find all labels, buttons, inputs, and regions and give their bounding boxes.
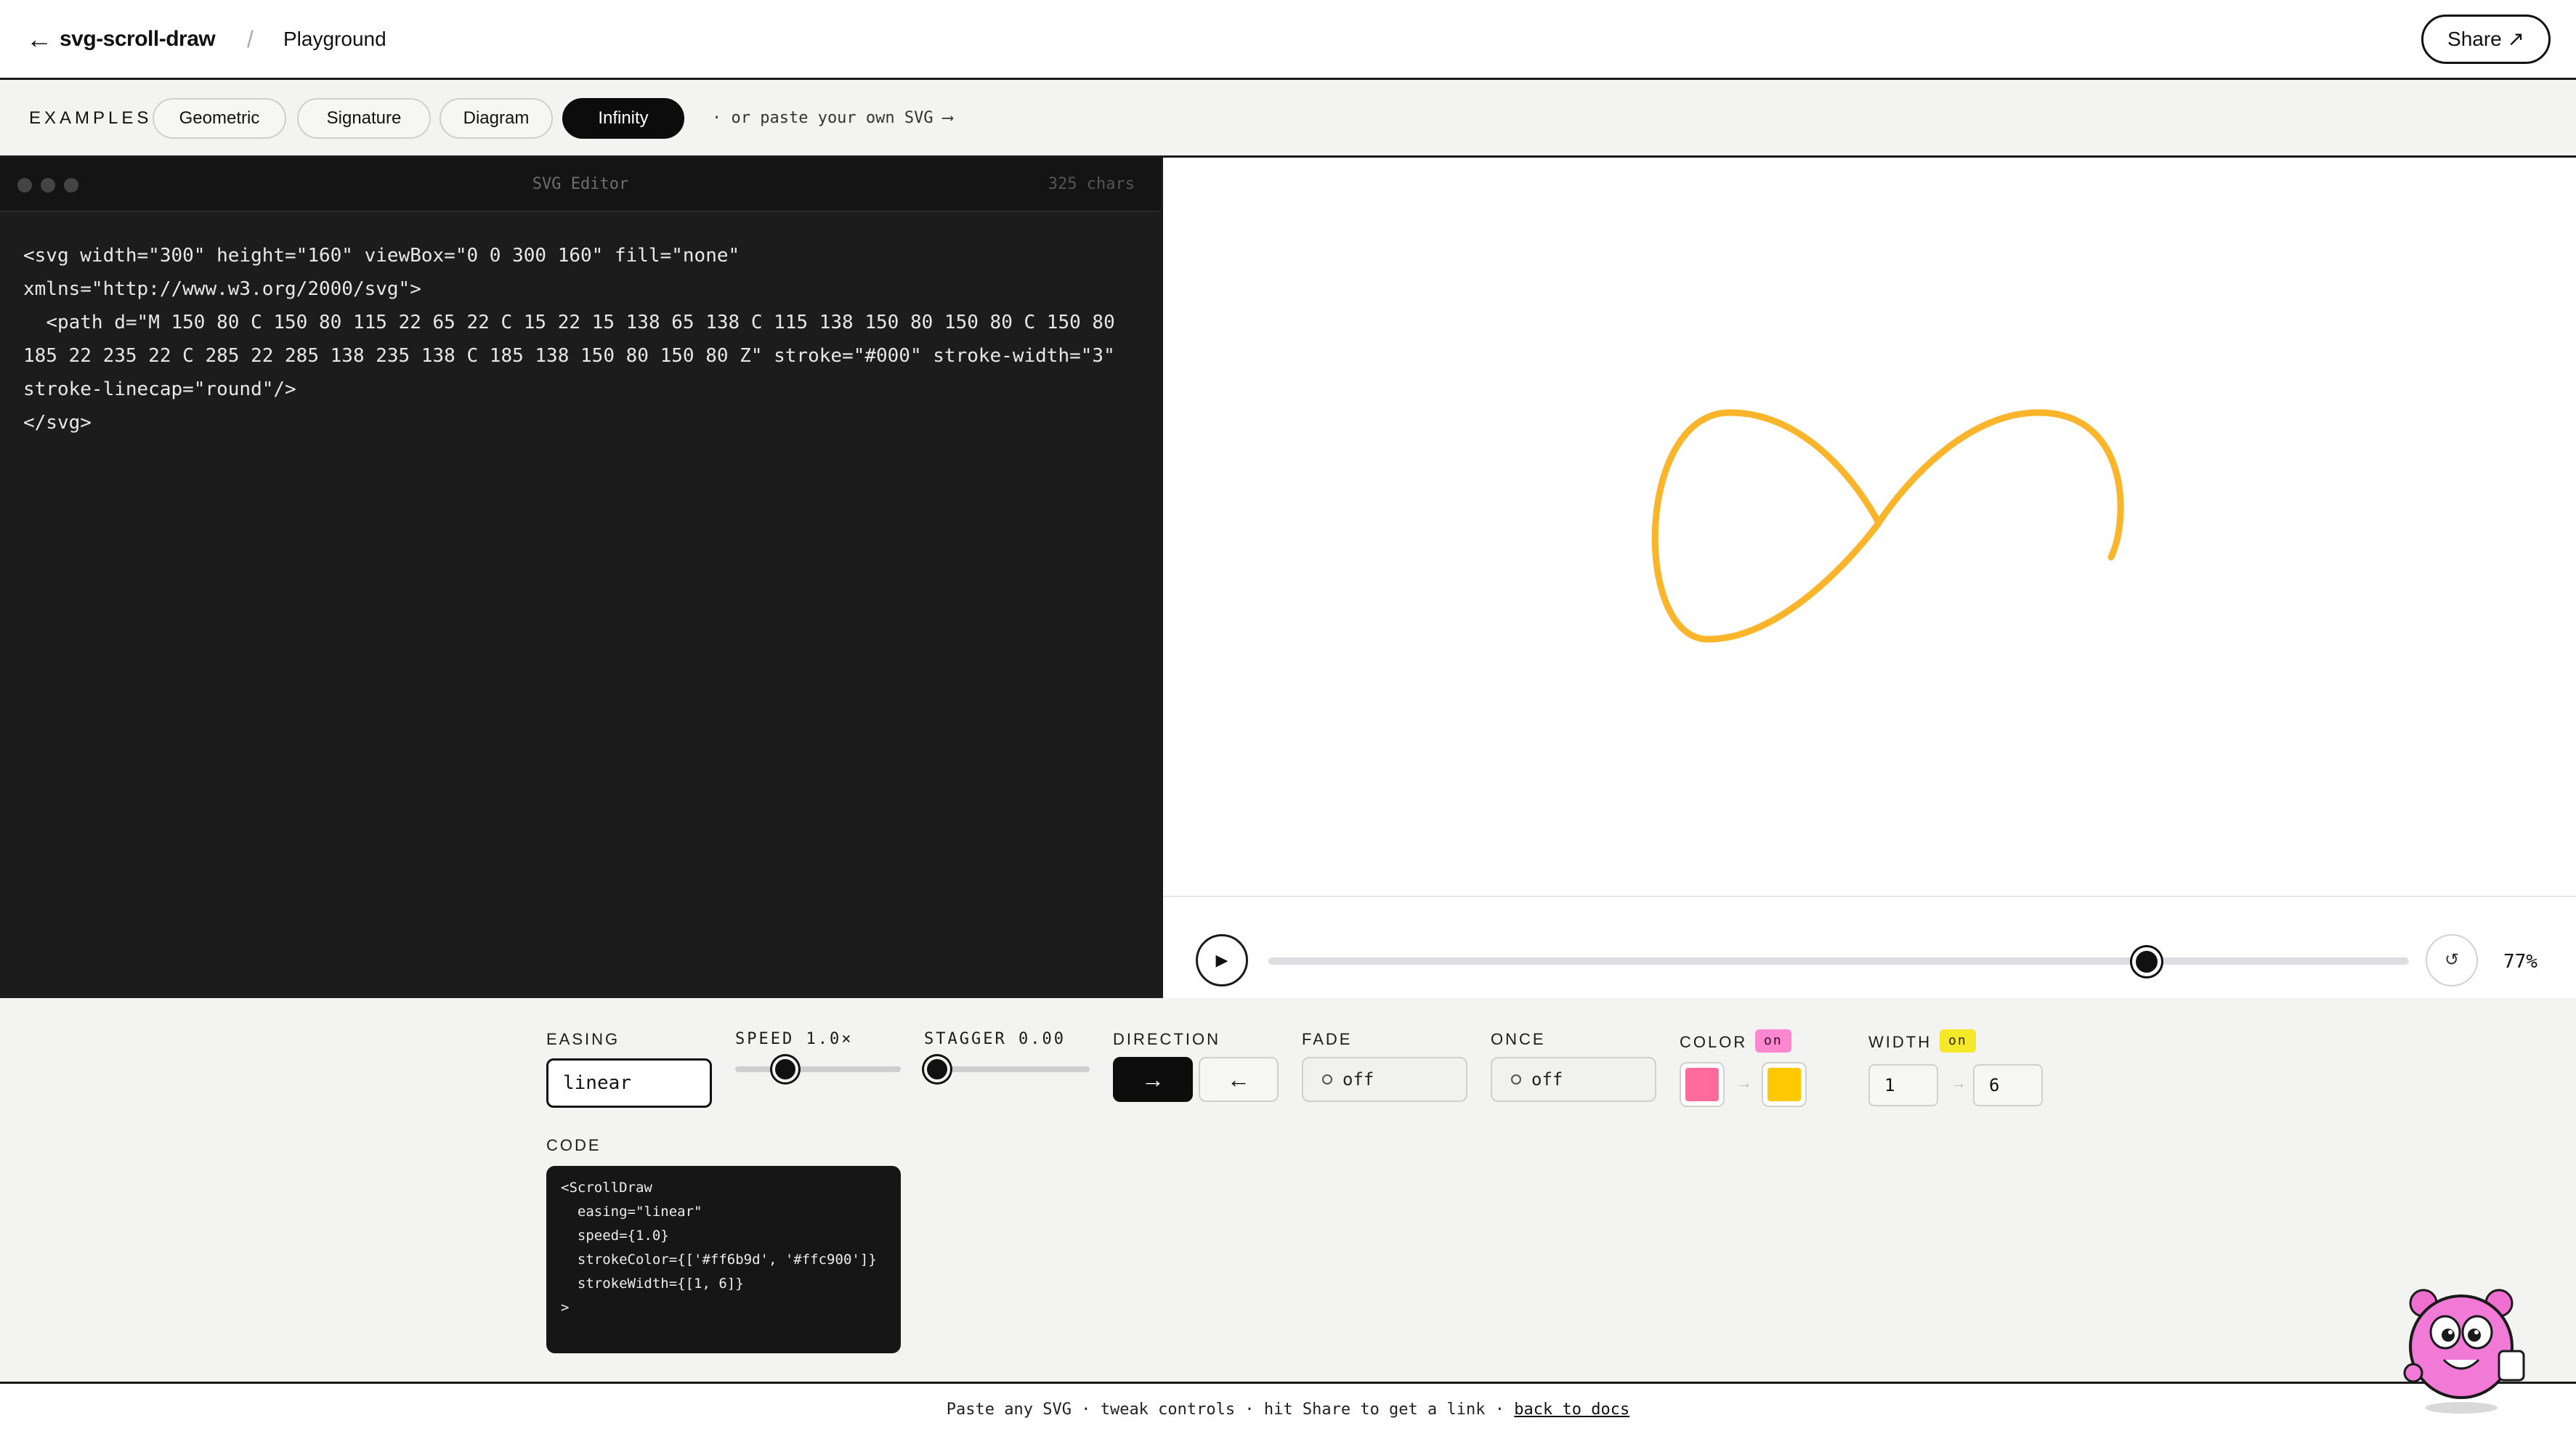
fade-toggle[interactable]: off [1302,1057,1467,1102]
back-to-docs-link[interactable]: back to docs [1514,1401,1629,1419]
progress-track[interactable] [1268,957,2409,965]
code-snippet-box[interactable]: <ScrollDraw easing="linear" speed={1.0} … [546,1166,901,1353]
char-count: 325 chars [1048,175,1135,193]
speed-slider-track[interactable] [735,1066,901,1072]
examples-label: EXAMPLES [29,108,153,128]
preview-panel: ▶ ↺ 77% [1161,158,2576,998]
speed-slider-handle[interactable] [772,1056,798,1082]
reset-button[interactable]: ↺ [2426,934,2478,986]
color-on-badge[interactable]: on [1755,1029,1791,1053]
width-from-input[interactable]: 1 [1868,1064,1938,1106]
editor-title: SVG Editor [532,175,629,193]
color-from-swatch [1685,1068,1719,1101]
color-label: COLOR [1680,1033,1748,1051]
play-button[interactable]: ▶ [1196,934,1248,986]
share-button[interactable]: Share ↗ [2421,15,2551,64]
mascot-avatar[interactable] [2397,1278,2535,1416]
playback-bar: ▶ ↺ 77% [1163,896,2576,998]
once-label: ONCE [1491,1030,1546,1048]
breadcrumb-separator: / [247,26,254,52]
mascot-icon [2403,1289,2525,1414]
footer: Paste any SVG · tweak controls · hit Sha… [0,1384,2576,1447]
width-label: WIDTH [1868,1033,1932,1051]
direction-backward-button[interactable]: ← [1199,1057,1279,1102]
stagger-slider-handle[interactable] [924,1056,950,1082]
infinity-stroke [1651,409,2124,643]
width-on-badge[interactable]: on [1940,1029,1976,1053]
color-to-swatch [1767,1068,1801,1101]
speed-label: SPEED 1.0× [735,1030,854,1048]
easing-label: EASING [546,1030,620,1048]
editor-header: SVG Editor 325 chars [0,158,1161,212]
example-diagram-button[interactable]: Diagram [440,98,553,139]
infinity-drawing [1651,409,2124,643]
code-snippet: <ScrollDraw easing="linear" speed={1.0} … [561,1180,877,1316]
direction-label: DIRECTION [1113,1030,1220,1048]
direction-forward-button[interactable]: → [1113,1057,1193,1102]
easing-input[interactable]: linear [546,1058,712,1108]
color-from-picker[interactable] [1680,1062,1725,1107]
page-title: Playground [283,28,386,50]
fade-value: off [1342,1069,1374,1090]
footer-text: Paste any SVG · tweak controls · hit Sha… [946,1401,1515,1419]
fade-label: FADE [1302,1030,1353,1048]
arrow-left-icon[interactable]: ← [26,25,52,54]
preview-canvas [1163,158,2576,896]
width-to-input[interactable]: 6 [1973,1064,2043,1106]
radio-circle-icon [1511,1074,1521,1085]
once-toggle[interactable]: off [1491,1057,1656,1102]
progress-percent: 77% [2503,951,2537,973]
top-header: ← svg-scroll-draw / Playground Share ↗ [0,0,2576,80]
color-to-picker[interactable] [1762,1062,1807,1107]
once-value: off [1531,1069,1563,1090]
brand-link[interactable]: svg-scroll-draw [60,25,216,54]
progress-handle[interactable] [2131,947,2161,976]
example-signature-button[interactable]: Signature [297,98,431,139]
example-infinity-button[interactable]: Infinity [562,98,684,139]
examples-bar: EXAMPLES Geometric Signature Diagram Inf… [0,80,2576,158]
radio-circle-icon [1322,1074,1332,1085]
controls-panel: EASING linear SPEED 1.0× STAGGER 0.00 DI… [0,1000,2576,1384]
example-geometric-button[interactable]: Geometric [153,98,286,139]
svg-editor-panel: SVG Editor 325 chars <svg width="300" he… [0,158,1161,998]
stagger-label: STAGGER 0.00 [924,1030,1066,1048]
width-arrow: → [1951,1074,1967,1092]
color-arrow: → [1736,1074,1752,1092]
code-label: CODE [546,1136,602,1154]
svg-code-textarea[interactable]: <svg width="300" height="160" viewBox="0… [23,239,1142,439]
paste-hint: · or paste your own SVG ⟶ [712,109,953,127]
